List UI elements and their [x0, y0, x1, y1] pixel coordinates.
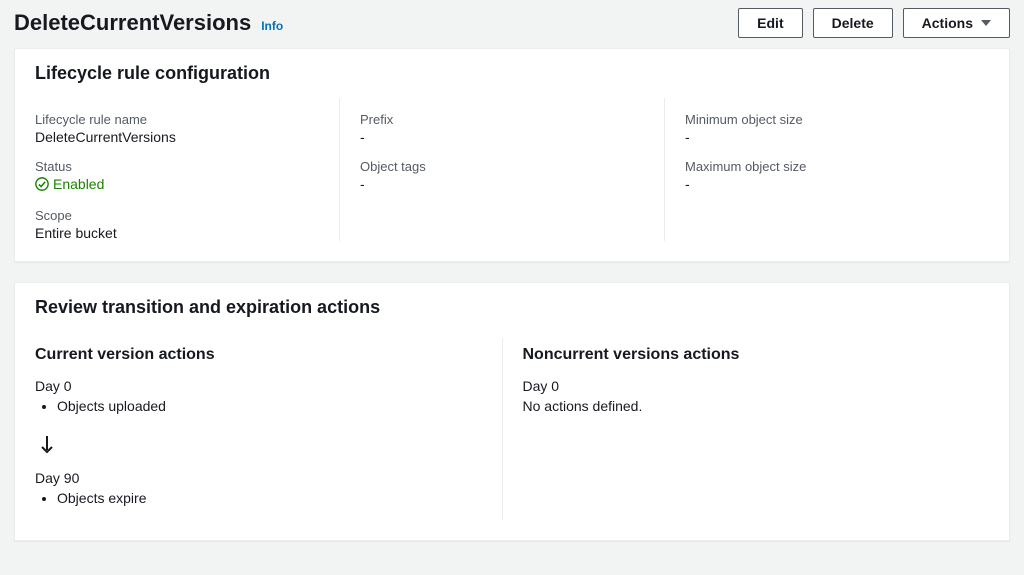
- status-label: Status: [35, 159, 339, 174]
- check-circle-icon: [35, 177, 49, 191]
- caret-down-icon: [981, 15, 991, 31]
- lifecycle-config-panel: Lifecycle rule configuration Lifecycle r…: [14, 48, 1010, 262]
- noncurrent-day0-label: Day 0: [523, 378, 990, 394]
- min-size-value: -: [685, 129, 989, 145]
- info-link[interactable]: Info: [261, 19, 283, 33]
- prefix-label: Prefix: [360, 112, 664, 127]
- actions-button-label: Actions: [922, 15, 973, 31]
- page-title: DeleteCurrentVersions: [14, 10, 251, 36]
- status-value: Enabled: [35, 176, 104, 192]
- status-text: Enabled: [53, 176, 104, 192]
- max-size-value: -: [685, 176, 989, 192]
- scope-value: Entire bucket: [35, 225, 339, 241]
- delete-button[interactable]: Delete: [813, 8, 893, 38]
- noncurrent-actions-heading: Noncurrent versions actions: [523, 346, 990, 364]
- tags-value: -: [360, 176, 664, 192]
- current-day90-item: Objects expire: [57, 490, 502, 506]
- max-size-label: Maximum object size: [685, 159, 989, 174]
- review-actions-heading: Review transition and expiration actions: [35, 297, 989, 318]
- review-actions-panel: Review transition and expiration actions…: [14, 282, 1010, 541]
- current-day0-item: Objects uploaded: [57, 398, 502, 414]
- noncurrent-none-text: No actions defined.: [523, 398, 990, 414]
- min-size-label: Minimum object size: [685, 112, 989, 127]
- edit-button[interactable]: Edit: [738, 8, 802, 38]
- current-day0-label: Day 0: [35, 378, 502, 394]
- tags-label: Object tags: [360, 159, 664, 174]
- scope-label: Scope: [35, 208, 339, 223]
- arrow-down-icon: [39, 434, 55, 456]
- actions-button[interactable]: Actions: [903, 8, 1010, 38]
- prefix-value: -: [360, 129, 664, 145]
- rule-name-label: Lifecycle rule name: [35, 112, 339, 127]
- lifecycle-config-heading: Lifecycle rule configuration: [35, 63, 989, 84]
- current-actions-heading: Current version actions: [35, 346, 502, 364]
- rule-name-value: DeleteCurrentVersions: [35, 129, 339, 145]
- current-day90-label: Day 90: [35, 470, 502, 486]
